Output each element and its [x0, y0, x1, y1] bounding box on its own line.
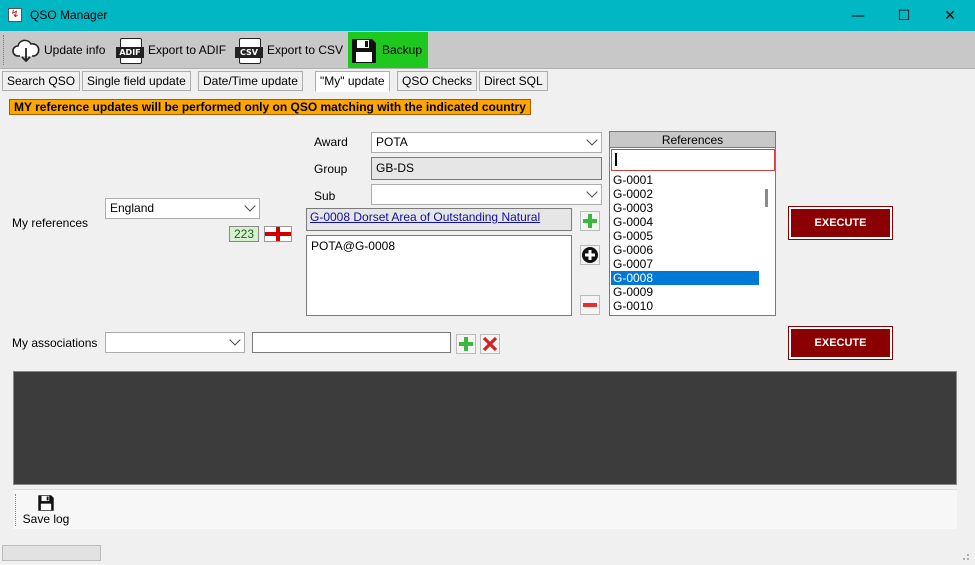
references-panel: References G-0001 G-0002 G-0003 G-0004 G…	[609, 131, 776, 316]
save-log-button[interactable]: Save log	[22, 494, 70, 528]
close-button[interactable]: ✕	[927, 0, 973, 31]
save-log-label: Save log	[22, 512, 70, 526]
chevron-down-icon	[229, 334, 241, 346]
plus-icon	[583, 214, 597, 228]
floppy-disk-icon	[350, 37, 378, 63]
export-csv-label: Export to CSV	[267, 43, 344, 57]
adif-file-icon: ADIF	[116, 37, 144, 64]
selected-reference-link[interactable]: G-0008 Dorset Area of Outstanding Natura…	[310, 210, 540, 224]
export-adif-label: Export to ADIF	[148, 43, 227, 57]
award-label: Award	[314, 135, 348, 149]
chevron-down-icon	[244, 200, 256, 212]
list-item[interactable]: G-0005	[611, 229, 759, 243]
chevron-down-icon	[586, 186, 598, 198]
award-value: POTA	[376, 135, 408, 149]
toolbar-grip	[15, 494, 17, 526]
list-item[interactable]: G-0006	[611, 243, 759, 257]
references-search-input[interactable]	[611, 149, 775, 171]
sub-combo[interactable]	[371, 184, 602, 205]
selected-reference-link-box: G-0008 Dorset Area of Outstanding Natura…	[306, 208, 572, 231]
my-associations-label: My associations	[12, 336, 98, 350]
execute-references-button[interactable]: EXECUTE	[788, 206, 893, 240]
export-adif-button[interactable]: ADIF Export to ADIF	[116, 34, 226, 66]
status-progress-bar	[2, 545, 101, 561]
toolbar: Update info ADIF Export to ADIF CSV Expo…	[0, 31, 975, 69]
minimize-button[interactable]: —	[835, 0, 881, 31]
add-reference-button[interactable]	[580, 211, 600, 231]
associations-input[interactable]	[252, 332, 451, 353]
tab-qso-checks[interactable]: QSO Checks	[397, 71, 478, 91]
award-combo[interactable]: POTA	[371, 132, 602, 153]
update-info-button[interactable]: Update info	[12, 34, 105, 66]
download-icon	[12, 37, 40, 63]
associations-combo[interactable]	[105, 332, 245, 353]
references-scrollbar-thumb[interactable]	[765, 189, 768, 207]
bottom-toolbar: Save log	[13, 489, 957, 529]
remove-association-button[interactable]	[480, 334, 500, 354]
references-header: References	[610, 132, 775, 148]
csv-file-icon: CSV	[235, 37, 263, 64]
list-item[interactable]: G-0010	[611, 299, 759, 313]
tab-direct-sql[interactable]: Direct SQL	[479, 71, 548, 91]
update-info-label: Update info	[44, 43, 106, 57]
country-warning-notice: MY reference updates will be performed o…	[9, 99, 531, 115]
maximize-button[interactable]: ☐	[881, 0, 927, 31]
remove-reference-button[interactable]	[580, 295, 600, 315]
close-icon: ✕	[944, 7, 956, 24]
my-references-label: My references	[12, 216, 89, 230]
list-item[interactable]: G-0009	[611, 285, 759, 299]
england-flag-icon	[264, 226, 292, 242]
add-association-button[interactable]	[456, 334, 476, 354]
toolbar-grip	[3, 35, 5, 65]
sub-label: Sub	[314, 189, 336, 203]
group-field[interactable]: GB-DS	[371, 157, 602, 180]
plus-icon	[459, 337, 473, 351]
references-textarea[interactable]: POTA@G-0008	[306, 235, 572, 316]
dxcc-code-badge: 223	[229, 226, 259, 242]
window-title: QSO Manager	[30, 8, 108, 22]
list-item[interactable]: G-0004	[611, 215, 759, 229]
country-value: England	[110, 201, 155, 215]
backup-button[interactable]: Backup	[348, 32, 429, 68]
title-bar: ↯ QSO Manager — ☐ ✕	[0, 0, 975, 31]
tab-my-update[interactable]: "My" update	[315, 71, 390, 92]
list-item[interactable]: G-0001	[611, 173, 759, 187]
maximize-icon: ☐	[897, 7, 911, 24]
list-item[interactable]: G-0002	[611, 187, 759, 201]
chevron-down-icon	[586, 134, 598, 146]
backup-label: Backup	[382, 43, 423, 57]
export-csv-button[interactable]: CSV Export to CSV	[235, 34, 343, 66]
app-icon: ↯	[8, 8, 22, 22]
floppy-disk-icon	[38, 495, 54, 511]
log-output-area	[13, 371, 957, 485]
list-item-selected[interactable]: G-0008	[611, 271, 759, 285]
add-circle-button[interactable]	[580, 245, 600, 265]
plus-circle-icon	[582, 247, 598, 263]
execute-associations-button[interactable]: EXECUTE	[788, 326, 893, 360]
tab-search-qso[interactable]: Search QSO	[2, 71, 81, 91]
list-item[interactable]: G-0007	[611, 257, 759, 271]
minus-icon	[583, 303, 597, 307]
list-item[interactable]: G-0003	[611, 201, 759, 215]
country-combo[interactable]: England	[105, 198, 260, 219]
tab-date-time-update[interactable]: Date/Time update	[198, 71, 303, 91]
resize-grip-icon[interactable]	[958, 549, 970, 561]
minimize-icon: —	[851, 7, 865, 24]
text-cursor	[615, 153, 617, 166]
red-x-icon	[482, 336, 498, 352]
group-label: Group	[314, 162, 348, 176]
tab-single-field-update[interactable]: Single field update	[82, 71, 191, 91]
